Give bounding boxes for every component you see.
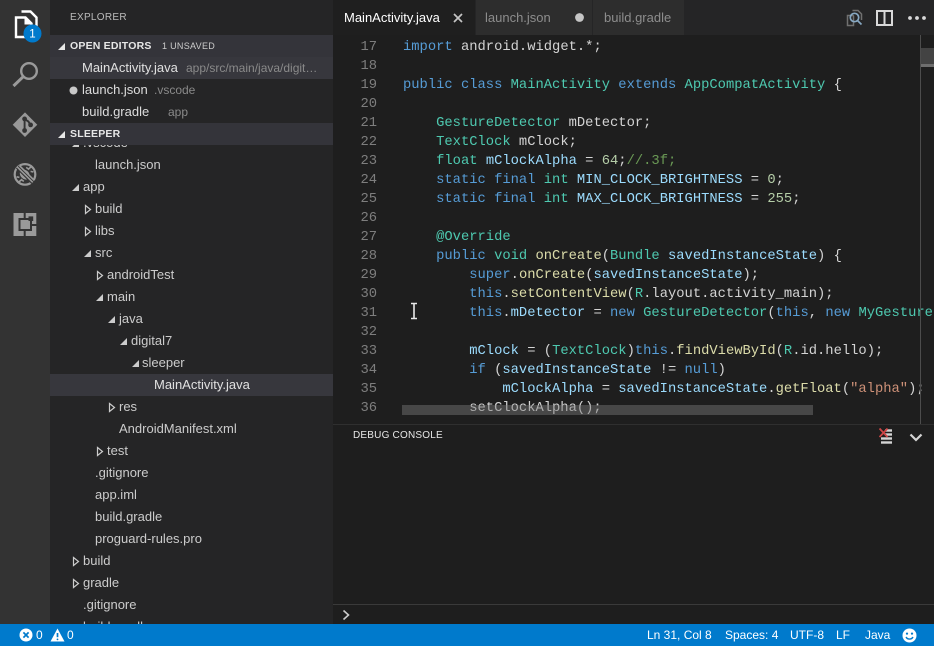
svg-text:1: 1	[29, 29, 35, 41]
